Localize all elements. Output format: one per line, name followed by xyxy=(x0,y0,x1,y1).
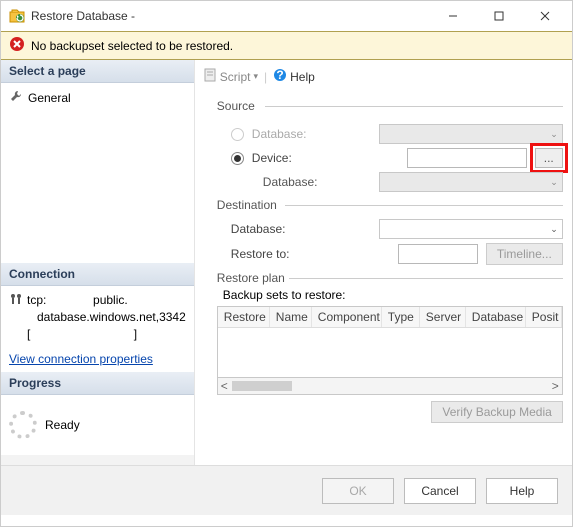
backup-sets-label: Backup sets to restore: xyxy=(223,288,563,302)
scroll-left-icon[interactable]: < xyxy=(221,379,228,393)
horizontal-scrollbar[interactable]: < > xyxy=(217,378,563,395)
connection-header: Connection xyxy=(1,263,194,286)
sidebar: Select a page General Connection tcp: pu… xyxy=(1,60,195,465)
progress-panel: Ready xyxy=(1,395,194,455)
source-device-label: Device: xyxy=(252,151,362,165)
source-device-radio[interactable] xyxy=(231,152,244,165)
window-title: Restore Database - xyxy=(31,9,430,23)
connection-line-2: database.windows.net,3342 xyxy=(27,309,186,326)
help-button[interactable]: ? Help xyxy=(273,68,315,85)
col-name[interactable]: Name xyxy=(270,307,312,327)
error-text: No backupset selected to be restored. xyxy=(31,39,233,53)
restore-to-label: Restore to: xyxy=(231,247,341,261)
source-database-label: Database: xyxy=(252,127,362,141)
table-header: Restore Name Component Type Server Datab… xyxy=(218,307,562,328)
restore-app-icon xyxy=(9,8,25,24)
browse-device-button[interactable]: ... xyxy=(535,148,563,168)
connection-panel: tcp: public. database.windows.net,3342 [… xyxy=(1,286,194,372)
chevron-down-icon: ⌄ xyxy=(550,224,558,235)
destination-database-label: Database: xyxy=(231,222,341,236)
error-icon xyxy=(9,36,25,55)
svg-text:?: ? xyxy=(276,68,283,82)
source-database-radio xyxy=(231,128,244,141)
connection-line-3: [ ] xyxy=(27,326,186,343)
col-type[interactable]: Type xyxy=(382,307,420,327)
toolbar: Script ▾ | ? Help xyxy=(203,66,563,93)
select-page-header: Select a page xyxy=(1,60,194,83)
backup-sets-table[interactable]: Restore Name Component Type Server Datab… xyxy=(217,306,563,378)
server-icon xyxy=(9,292,23,309)
chevron-down-icon: ▾ xyxy=(253,71,258,82)
script-label: Script xyxy=(220,70,251,84)
script-dropdown[interactable]: Script ▾ xyxy=(203,68,258,85)
col-restore[interactable]: Restore xyxy=(218,307,270,327)
timeline-button: Timeline... xyxy=(486,243,563,265)
progress-spinner-icon xyxy=(9,411,37,439)
col-component[interactable]: Component xyxy=(312,307,382,327)
dialog-footer: OK Cancel Help xyxy=(1,465,572,515)
destination-database-combo[interactable]: ⌄ xyxy=(379,219,563,239)
maximize-button[interactable] xyxy=(476,1,522,31)
col-database[interactable]: Database xyxy=(466,307,526,327)
source-database-combo: ⌄ xyxy=(379,124,563,144)
progress-header: Progress xyxy=(1,372,194,395)
wrench-icon xyxy=(9,89,23,106)
cancel-button[interactable]: Cancel xyxy=(404,478,476,504)
title-bar: Restore Database - xyxy=(1,1,572,31)
source-sub-database-label: Database: xyxy=(263,175,353,189)
progress-status: Ready xyxy=(45,418,80,432)
chevron-down-icon: ⌄ xyxy=(550,177,558,188)
help-label: Help xyxy=(290,70,315,84)
source-device-input[interactable] xyxy=(407,148,527,168)
col-server[interactable]: Server xyxy=(420,307,466,327)
source-sub-database-combo[interactable]: ⌄ xyxy=(379,172,563,192)
content-pane: Script ▾ | ? Help Source Database: ⌄ Dev… xyxy=(195,60,573,465)
error-bar: No backupset selected to be restored. xyxy=(1,31,572,60)
col-position[interactable]: Posit xyxy=(526,307,562,327)
restore-to-input[interactable] xyxy=(398,244,478,264)
verify-backup-media-button: Verify Backup Media xyxy=(431,401,562,423)
footer-help-button[interactable]: Help xyxy=(486,478,558,504)
minimize-button[interactable] xyxy=(430,1,476,31)
connection-line-1: tcp: public. xyxy=(27,292,186,309)
page-general[interactable]: General xyxy=(9,87,186,108)
help-icon: ? xyxy=(273,68,287,85)
close-button[interactable] xyxy=(522,1,568,31)
script-icon xyxy=(203,68,217,85)
view-connection-properties-link[interactable]: View connection properties xyxy=(9,352,153,366)
page-general-label: General xyxy=(28,91,71,105)
scroll-thumb[interactable] xyxy=(232,381,292,391)
scroll-right-icon[interactable]: > xyxy=(552,379,559,393)
chevron-down-icon: ⌄ xyxy=(550,129,558,140)
ok-button: OK xyxy=(322,478,394,504)
